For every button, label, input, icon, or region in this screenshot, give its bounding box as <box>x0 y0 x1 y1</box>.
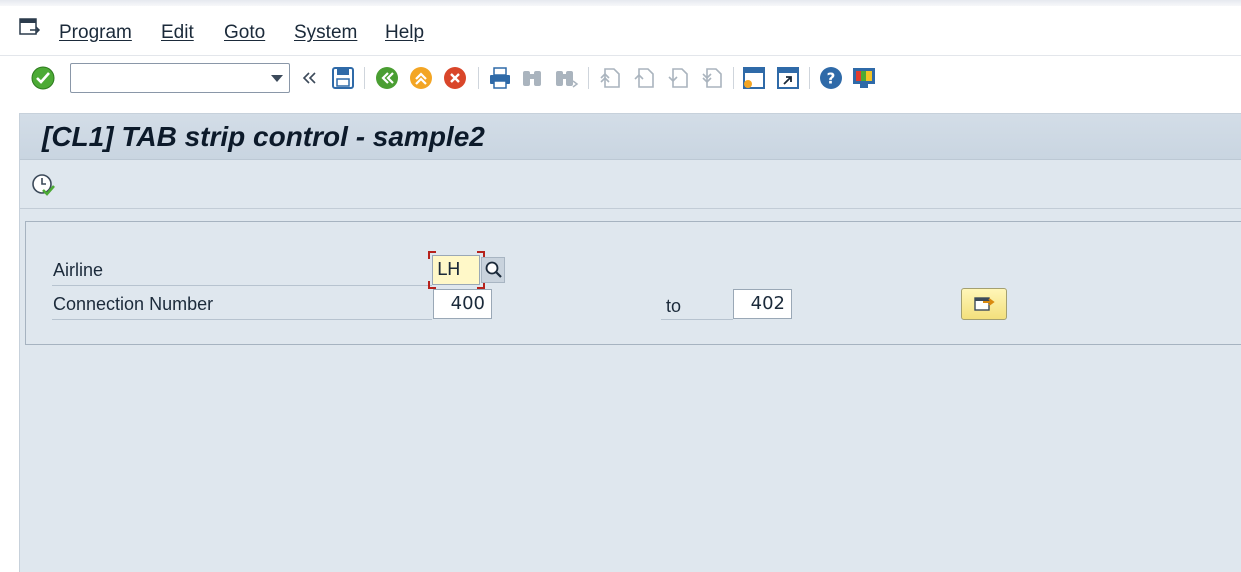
standard-toolbar: ? <box>0 57 1241 101</box>
selection-frame: Airline LH Connection Number 400 to 402 <box>25 221 1241 345</box>
command-field[interactable] <box>70 63 290 93</box>
menu-edit[interactable]: Edit <box>161 22 194 44</box>
focus-corner <box>428 281 436 289</box>
title-area: [CL1] TAB strip control - sample2 <box>19 113 1241 209</box>
next-page-icon[interactable] <box>665 65 691 91</box>
toolbar-separator <box>588 67 589 89</box>
connection-to-field[interactable]: 402 <box>733 289 792 319</box>
chevron-down-icon[interactable] <box>271 75 283 82</box>
title-bar: [CL1] TAB strip control - sample2 <box>20 114 1241 160</box>
exit-icon[interactable] <box>408 65 434 91</box>
to-label: to <box>666 296 682 316</box>
airline-label-underline <box>52 285 432 286</box>
multiple-selection-icon <box>974 297 995 311</box>
toolbar-separator <box>809 67 810 89</box>
connection-number-label: Connection Number <box>53 294 214 314</box>
airline-label: Airline <box>53 260 104 280</box>
search-icon <box>485 261 502 278</box>
print-icon[interactable] <box>487 65 513 91</box>
menu-program[interactable]: Program <box>59 22 132 44</box>
menu-bar: Program Edit Goto System Help <box>0 6 1241 56</box>
enter-icon[interactable] <box>30 65 56 91</box>
create-session-icon[interactable] <box>741 65 767 91</box>
command-input[interactable] <box>71 64 261 92</box>
save-icon[interactable] <box>330 65 356 91</box>
back-icon[interactable] <box>374 65 400 91</box>
first-page-icon[interactable] <box>597 65 623 91</box>
back-double-arrow-icon[interactable] <box>298 65 320 91</box>
shortcut-icon[interactable] <box>775 65 801 91</box>
svg-text:?: ? <box>827 70 836 88</box>
previous-page-icon[interactable] <box>631 65 657 91</box>
page-title: [CL1] TAB strip control - sample2 <box>42 121 485 152</box>
menu-system[interactable]: System <box>294 22 357 44</box>
toolbar-separator <box>364 67 365 89</box>
application-toolbar <box>20 161 1241 209</box>
execute-icon[interactable] <box>30 172 56 198</box>
to-label-underline <box>661 319 733 320</box>
multiple-selection-button[interactable] <box>961 288 1007 320</box>
last-page-icon[interactable] <box>699 65 725 91</box>
menu-help[interactable]: Help <box>385 22 424 44</box>
menu-goto[interactable]: Goto <box>224 22 265 44</box>
connection-label-underline <box>52 319 432 320</box>
find-icon[interactable] <box>519 65 545 91</box>
cancel-icon[interactable] <box>442 65 468 91</box>
main-area: Airline LH Connection Number 400 to 402 <box>19 209 1241 572</box>
menu-icon[interactable] <box>19 18 41 38</box>
value-help-button[interactable] <box>481 257 505 283</box>
help-icon[interactable]: ? <box>818 65 844 91</box>
customize-layout-icon[interactable] <box>851 65 877 91</box>
find-next-icon[interactable] <box>553 65 579 91</box>
airline-field[interactable]: LH <box>432 255 480 285</box>
focus-corner <box>428 251 436 259</box>
toolbar-separator <box>733 67 734 89</box>
connection-from-field[interactable]: 400 <box>433 289 492 319</box>
toolbar-separator <box>478 67 479 89</box>
